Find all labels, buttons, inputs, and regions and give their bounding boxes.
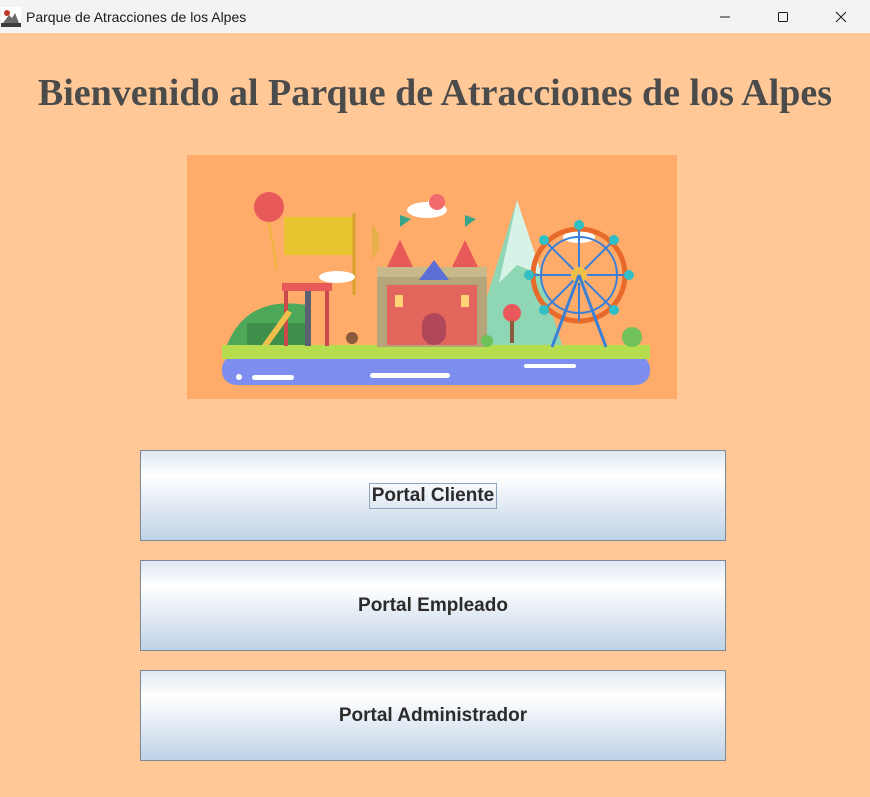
maximize-button[interactable] <box>754 0 812 33</box>
portal-administrador-button[interactable]: Portal Administrador <box>140 670 726 761</box>
portal-administrador-label: Portal Administrador <box>338 704 528 726</box>
main-content: Bienvenido al Parque de Atracciones de l… <box>0 33 870 797</box>
maximize-icon <box>778 11 788 22</box>
close-button[interactable] <box>812 0 870 33</box>
minimize-icon <box>720 16 730 17</box>
amusement-park-banner <box>187 155 677 399</box>
amusement-park-illustration <box>187 155 677 399</box>
page-title: Bienvenido al Parque de Atracciones de l… <box>37 72 833 114</box>
portal-empleado-button[interactable]: Portal Empleado <box>140 560 726 651</box>
window-titlebar: Parque de Atracciones de los Alpes <box>0 0 870 33</box>
window-controls <box>696 0 870 33</box>
java-app-icon <box>1 6 21 27</box>
portal-cliente-label: Portal Cliente <box>368 482 498 509</box>
portal-empleado-label: Portal Empleado <box>358 594 508 616</box>
close-icon <box>835 11 847 22</box>
portal-cliente-button[interactable]: Portal Cliente <box>140 450 726 541</box>
minimize-button[interactable] <box>696 0 754 33</box>
window-title: Parque de Atracciones de los Alpes <box>26 8 247 25</box>
